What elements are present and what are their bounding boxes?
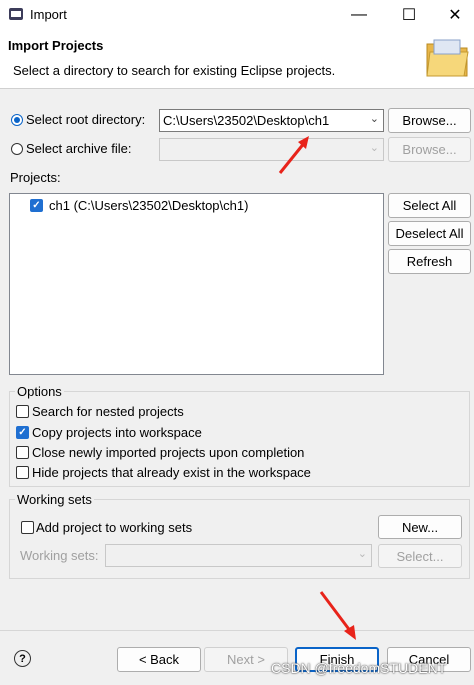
deselect-all-button[interactable]: Deselect All <box>388 221 471 246</box>
annotation-arrow-icon <box>319 591 356 640</box>
refresh-button[interactable]: Refresh <box>388 249 471 274</box>
maximize-icon: ☐ <box>401 7 417 24</box>
copy-projects-checkbox[interactable]: ✓ <box>16 426 29 439</box>
annotation-arrow-icon <box>278 136 309 174</box>
minimize-icon: — <box>351 6 367 23</box>
chevron-down-icon: ⌄ <box>369 113 379 125</box>
folder-icon <box>426 39 469 77</box>
hide-existing-label: Hide projects that already exist in the … <box>32 465 311 480</box>
add-to-working-sets-label: Add project to working sets <box>36 520 193 535</box>
copy-projects-label: Copy projects into workspace <box>32 425 202 440</box>
close-imported-label: Close newly imported projects upon compl… <box>32 445 305 460</box>
help-button[interactable]: ? <box>14 650 31 667</box>
root-directory-radio[interactable] <box>11 114 23 126</box>
search-nested-checkbox[interactable] <box>16 405 29 418</box>
maximize-button[interactable]: ☐ <box>386 0 432 30</box>
working-sets-group-label: Working sets <box>15 492 94 507</box>
window-title: Import <box>30 7 67 22</box>
eclipse-app-icon <box>9 8 23 20</box>
new-working-set-button[interactable]: New... <box>378 515 462 539</box>
working-sets-combo[interactable]: ⌄ <box>105 544 372 567</box>
browse-root-button[interactable]: Browse... <box>388 108 471 133</box>
back-button[interactable]: < Back <box>117 647 201 672</box>
root-directory-value: C:\Users\23502\Desktop\ch1 <box>163 113 330 128</box>
page-description: Select a directory to search for existin… <box>13 63 336 78</box>
minimize-button[interactable]: — <box>336 0 382 30</box>
chevron-down-icon: ⌄ <box>369 142 379 154</box>
select-all-button[interactable]: Select All <box>388 193 471 218</box>
root-directory-label: Select root directory: <box>26 112 146 127</box>
watermark: CSDN @freedomSTUDENT <box>271 660 447 676</box>
hide-existing-checkbox[interactable] <box>16 466 29 479</box>
add-to-working-sets-checkbox[interactable] <box>21 521 34 534</box>
projects-label: Projects: <box>10 170 61 185</box>
close-imported-checkbox[interactable] <box>16 446 29 459</box>
search-nested-label: Search for nested projects <box>32 404 184 419</box>
archive-file-label: Select archive file: <box>26 141 132 156</box>
close-button[interactable]: ✕ <box>432 0 474 30</box>
project-label: ch1 (C:\Users\23502\Desktop\ch1) <box>49 198 249 213</box>
page-title: Import Projects <box>8 38 104 53</box>
working-sets-field-label: Working sets: <box>20 548 99 563</box>
close-icon: ✕ <box>448 7 462 24</box>
root-directory-combo[interactable]: C:\Users\23502\Desktop\ch1 ⌄ <box>159 109 384 132</box>
project-checkbox[interactable]: ✓ <box>30 199 43 212</box>
options-label: Options <box>15 384 64 399</box>
projects-list[interactable]: ✓ ch1 (C:\Users\23502\Desktop\ch1) <box>9 193 384 375</box>
select-working-set-button[interactable]: Select... <box>378 544 462 568</box>
chevron-down-icon: ⌄ <box>357 548 367 560</box>
list-item[interactable]: ✓ ch1 (C:\Users\23502\Desktop\ch1) <box>30 198 248 213</box>
archive-file-radio[interactable] <box>11 143 23 155</box>
browse-archive-button[interactable]: Browse... <box>388 137 471 162</box>
footer-divider <box>0 630 474 631</box>
help-icon: ? <box>19 652 26 665</box>
